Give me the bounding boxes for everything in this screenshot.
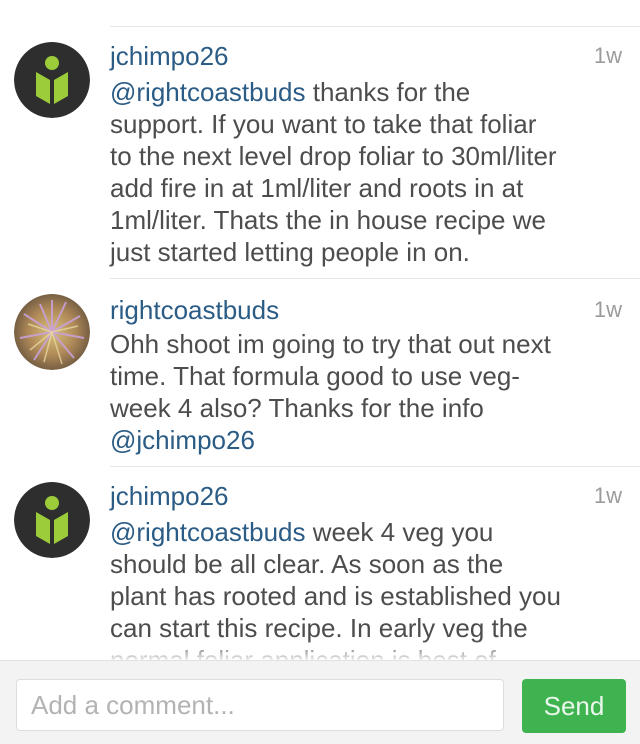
avatar[interactable] xyxy=(14,482,90,558)
scroll-fade xyxy=(0,640,640,660)
avatar[interactable] xyxy=(14,294,90,370)
logo-icon xyxy=(14,482,90,558)
plant-photo xyxy=(14,294,90,370)
comment-composer: Send xyxy=(0,660,640,744)
avatar[interactable] xyxy=(14,42,90,118)
send-button[interactable]: Send xyxy=(522,679,626,733)
username[interactable]: jchimpo26 xyxy=(110,480,229,512)
timestamp: 1w xyxy=(593,297,622,322)
top-divider xyxy=(110,26,640,27)
divider xyxy=(110,466,640,467)
username[interactable]: rightcoastbuds xyxy=(110,294,279,326)
timestamp: 1w xyxy=(593,43,622,68)
mention-link[interactable]: @rightcoastbuds xyxy=(110,517,306,547)
logo-icon xyxy=(14,42,90,118)
timestamp: 1w xyxy=(593,483,622,508)
comment-text: @rightcoastbuds thanks for the support. … xyxy=(110,76,625,268)
comment-text: Ohh shoot im going to try that out next … xyxy=(110,328,625,456)
divider xyxy=(110,278,640,279)
mention-link[interactable]: @rightcoastbuds xyxy=(110,77,306,107)
mention-link[interactable]: @jchimpo26 xyxy=(110,425,255,455)
comment-body: Ohh shoot im going to try that out next … xyxy=(110,329,551,423)
username[interactable]: jchimpo26 xyxy=(110,40,229,72)
comment-input[interactable] xyxy=(16,679,504,731)
